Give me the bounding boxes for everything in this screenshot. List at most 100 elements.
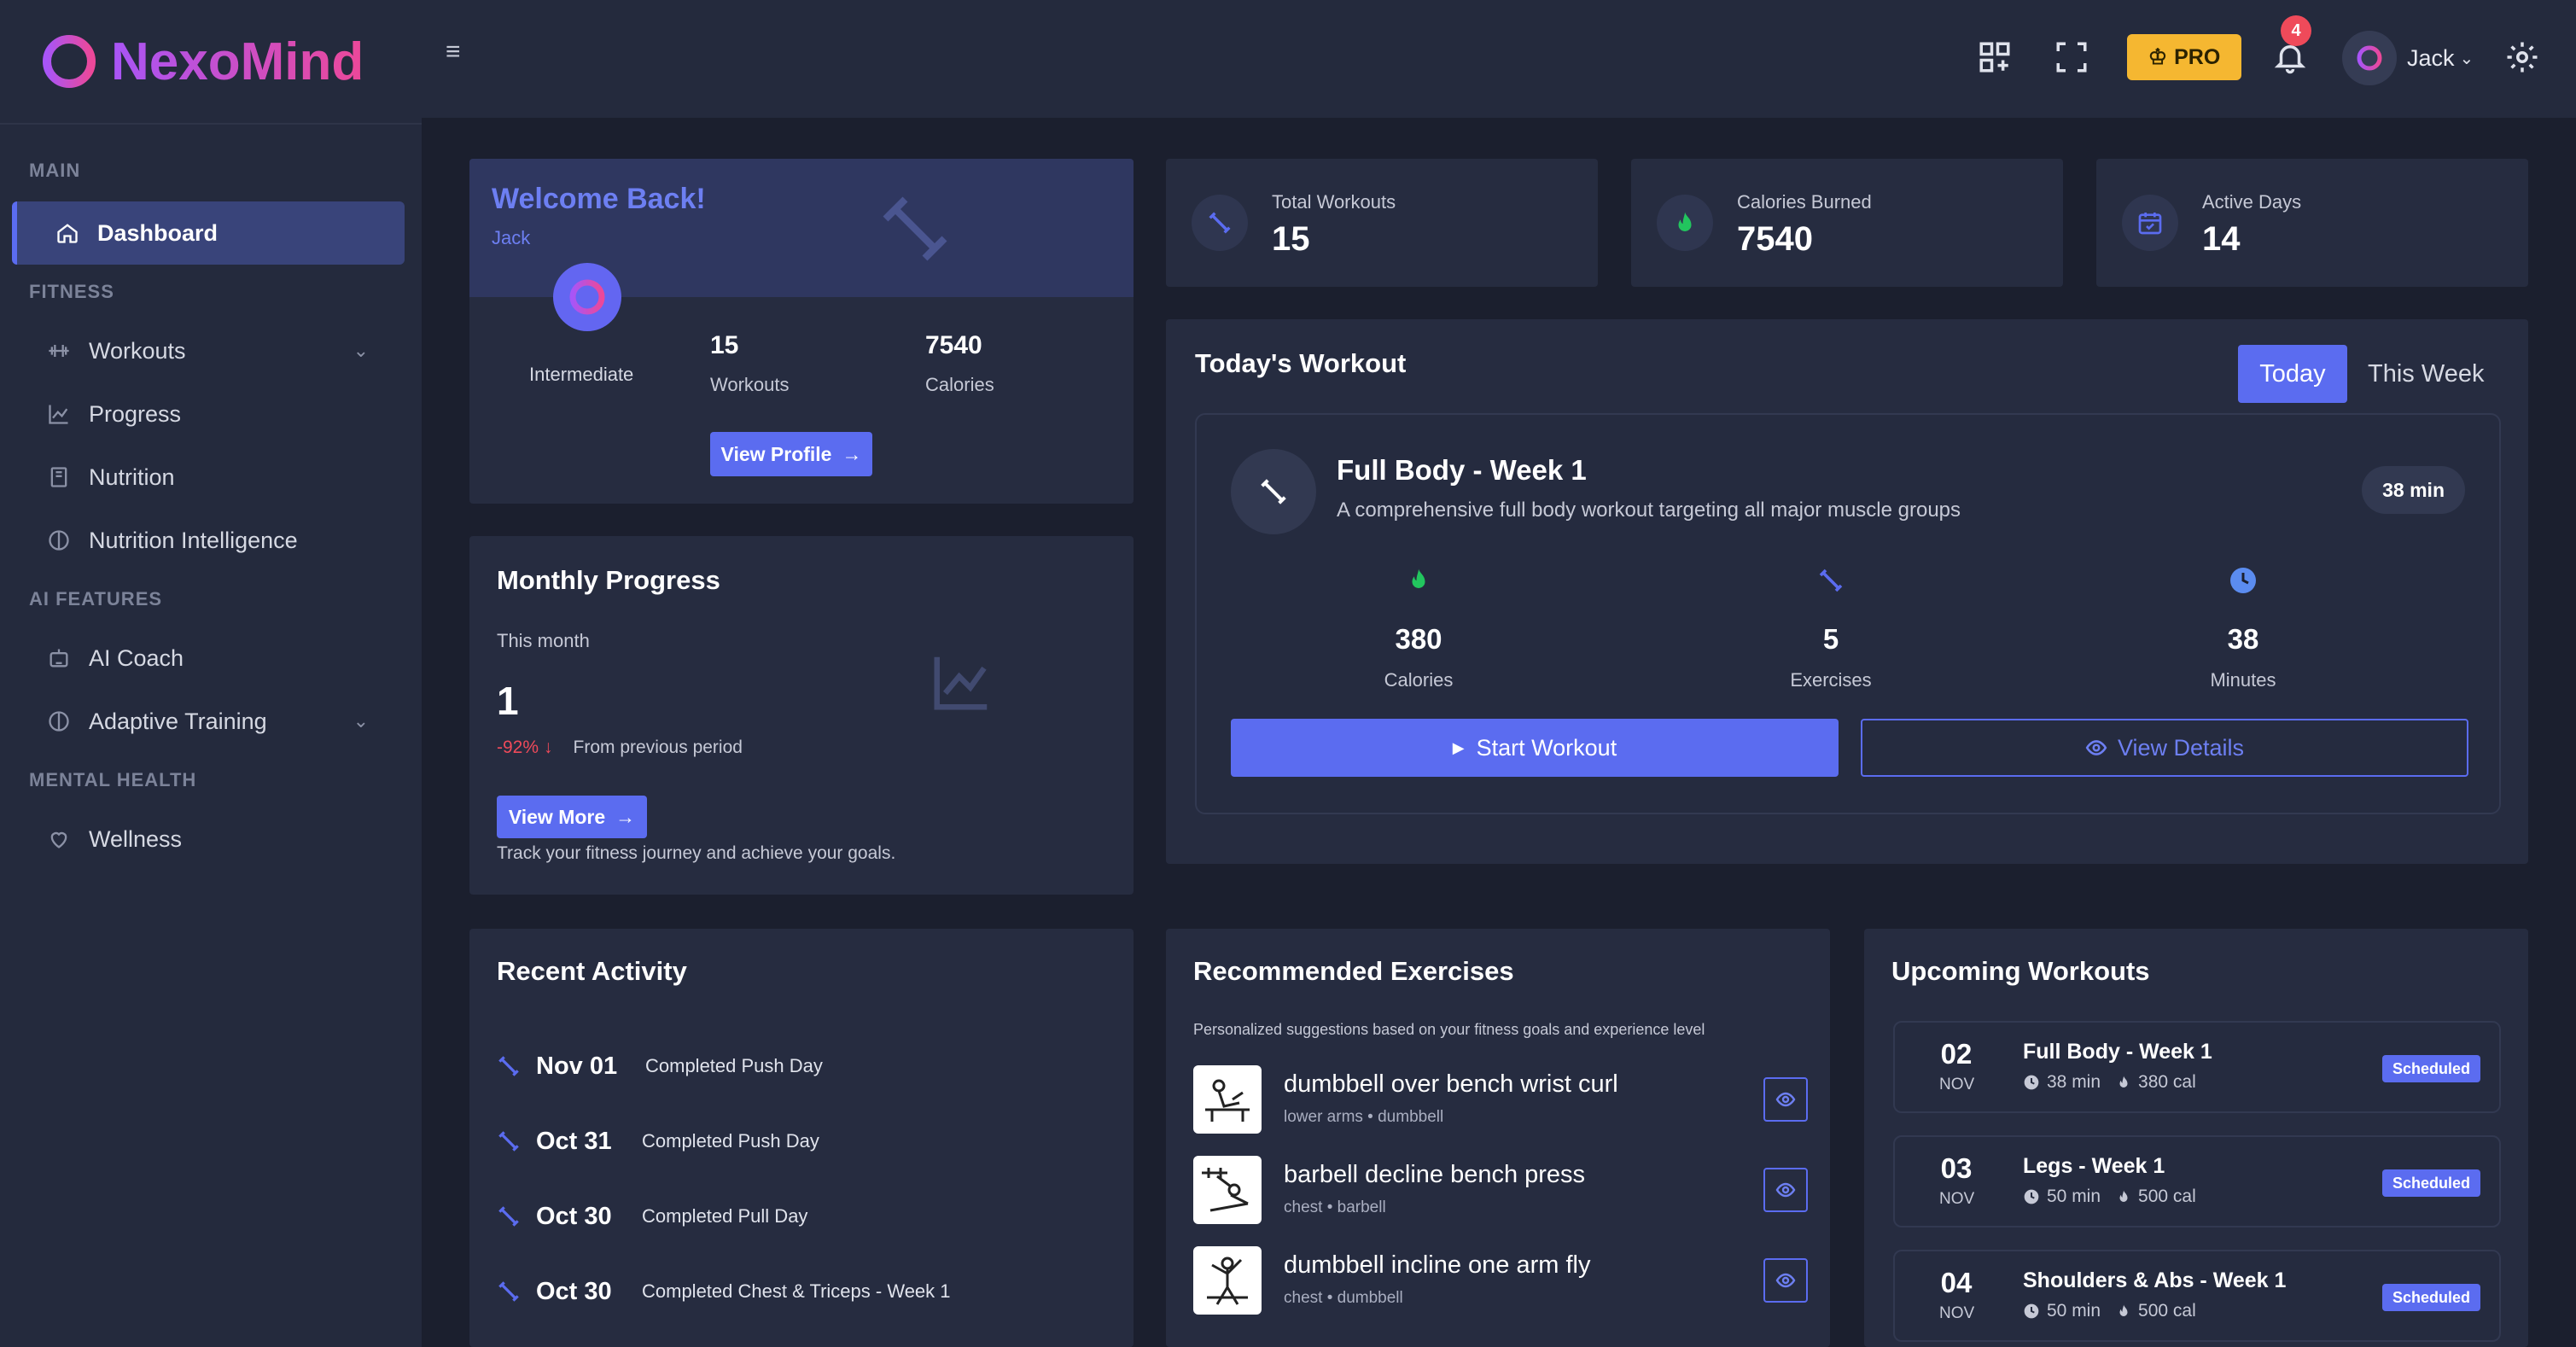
workouts-count: 15 xyxy=(710,331,739,359)
tab-today[interactable]: Today xyxy=(2238,345,2347,403)
calendar-icon xyxy=(2122,195,2178,251)
sidebar-item-dashboard[interactable]: Dashboard xyxy=(12,201,405,265)
monthly-footer: Track your fitness journey and achieve y… xyxy=(497,843,896,863)
sidebar-item-label: Nutrition xyxy=(89,464,175,490)
list-item[interactable]: 02 NOV Full Body - Week 1 38 min 380 cal… xyxy=(1893,1021,2501,1113)
exercise-name: dumbbell incline one arm fly xyxy=(1284,1251,1591,1279)
sidebar-item-wellness[interactable]: Wellness xyxy=(12,808,405,871)
arrow-right-icon: → xyxy=(615,805,636,828)
workout-month: NOV xyxy=(1939,1304,1975,1322)
start-workout-button[interactable]: ▶ Start Workout xyxy=(1231,719,1839,777)
list-item[interactable]: Nov 01 Completed Push Day xyxy=(495,1045,823,1088)
home-icon xyxy=(55,220,80,246)
status-badge: Scheduled xyxy=(2381,1055,2480,1082)
nav-section-main: MAIN xyxy=(29,160,81,181)
view-exercise-button[interactable] xyxy=(1763,1077,1808,1122)
sidebar-item-label: Nutrition Intelligence xyxy=(89,527,298,553)
list-item[interactable]: dumbbell over bench wrist curl lower arm… xyxy=(1193,1065,1808,1134)
eye-icon xyxy=(2085,737,2107,759)
flame-icon xyxy=(2116,1188,2131,1205)
pro-label: PRO xyxy=(2174,44,2221,69)
calories-label: Calories xyxy=(925,374,994,395)
chevron-down-icon: ⌄ xyxy=(353,340,369,361)
sidebar-item-label: AI Coach xyxy=(89,644,184,671)
list-item[interactable]: Oct 30 Completed Pull Day xyxy=(495,1195,807,1238)
list-item[interactable]: Oct 30 Completed Chest & Triceps - Week … xyxy=(495,1270,951,1313)
monthly-value: 1 xyxy=(497,679,519,723)
sidebar-item-adaptive-training[interactable]: Adaptive Training ⌄ xyxy=(12,690,405,753)
workout-duration: 50 min xyxy=(2047,1301,2101,1321)
sidebar-item-label: Adaptive Training xyxy=(89,708,267,734)
sidebar-item-label: Workouts xyxy=(89,337,186,364)
list-item[interactable]: Oct 31 Completed Push Day xyxy=(495,1120,819,1163)
view-profile-label: View Profile xyxy=(720,442,832,465)
sidebar-item-workouts[interactable]: Workouts ⌄ xyxy=(12,319,405,382)
exercise-meta: lower arms • dumbbell xyxy=(1284,1108,1444,1126)
exercises-value: 5 xyxy=(1822,623,1839,655)
sidebar-item-progress[interactable]: Progress xyxy=(12,382,405,446)
workouts-label: Workouts xyxy=(710,374,790,395)
brand[interactable]: NexoMind xyxy=(0,0,422,125)
grid-plus-icon[interactable] xyxy=(1977,39,2013,75)
period-label: This month xyxy=(497,630,590,651)
sidebar-item-nutrition[interactable]: Nutrition xyxy=(12,446,405,509)
status-badge: Scheduled xyxy=(2381,1169,2480,1197)
view-details-label: View Details xyxy=(2117,734,2245,761)
workout-calories: 380 cal xyxy=(2138,1072,2196,1092)
avatar xyxy=(2342,31,2397,85)
workout-day: 02 xyxy=(1940,1038,1973,1070)
notebook-icon xyxy=(46,464,72,490)
eye-icon xyxy=(1775,1092,1796,1107)
fitness-level: Intermediate xyxy=(529,364,634,385)
exercise-thumbnail xyxy=(1193,1246,1262,1315)
exercise-name: barbell decline bench press xyxy=(1284,1161,1586,1188)
recent-activity-card: Recent Activity Nov 01 Completed Push Da… xyxy=(469,929,1134,1347)
welcome-user: Jack xyxy=(492,227,531,248)
flame-icon xyxy=(2116,1074,2131,1091)
activity-text: Completed Pull Day xyxy=(642,1205,808,1227)
sidebar-item-ai-coach[interactable]: AI Coach xyxy=(12,627,405,690)
calories-label: Calories xyxy=(1384,669,1454,691)
view-exercise-button[interactable] xyxy=(1763,1258,1808,1303)
list-item[interactable]: dumbbell incline one arm fly chest • dum… xyxy=(1193,1246,1808,1315)
brand-name: NexoMind xyxy=(111,32,364,91)
workout-meta: 50 min 500 cal xyxy=(2023,1187,2196,1207)
view-details-button[interactable]: View Details xyxy=(1861,719,2468,777)
activity-text: Completed Push Day xyxy=(645,1055,823,1076)
view-exercise-button[interactable] xyxy=(1763,1168,1808,1212)
list-item[interactable]: barbell decline bench press chest • barb… xyxy=(1193,1156,1808,1224)
list-item[interactable]: 03 NOV Legs - Week 1 50 min 500 cal Sche… xyxy=(1893,1135,2501,1227)
workout-calories: 500 cal xyxy=(2138,1187,2196,1206)
duration-badge: 38 min xyxy=(2362,466,2465,514)
view-profile-button[interactable]: View Profile → xyxy=(710,432,872,476)
dumbbell-icon xyxy=(495,1128,522,1155)
dumbbell-icon xyxy=(876,190,954,268)
activity-date: Oct 31 xyxy=(536,1127,612,1155)
calories-burned-label: Calories Burned xyxy=(1737,191,1872,213)
start-workout-label: Start Workout xyxy=(1476,734,1617,761)
sidebar: NexoMind MAIN Dashboard FITNESS Workouts… xyxy=(0,0,422,1347)
calories-burned-value: 7540 xyxy=(1737,220,1813,258)
list-item[interactable]: 04 NOV Shoulders & Abs - Week 1 50 min 5… xyxy=(1893,1250,2501,1342)
pro-button[interactable]: ♔ PRO xyxy=(2127,34,2241,80)
active-days-value: 14 xyxy=(2202,220,2241,258)
workout-month: NOV xyxy=(1939,1076,1975,1093)
flame-icon xyxy=(1657,195,1713,251)
todays-workout-title: Today's Workout xyxy=(1195,348,1407,378)
flame-icon xyxy=(2116,1303,2131,1320)
sidebar-item-nutrition-intelligence[interactable]: Nutrition Intelligence xyxy=(12,509,405,572)
workout-day: 04 xyxy=(1940,1267,1973,1298)
sidebar-item-label: Progress xyxy=(89,400,182,427)
fullscreen-icon[interactable] xyxy=(2054,39,2089,75)
gear-icon[interactable] xyxy=(2504,39,2540,75)
view-more-button[interactable]: View More → xyxy=(497,796,647,838)
menu-toggle-icon[interactable]: ≡ xyxy=(446,38,461,67)
eye-icon xyxy=(1775,1273,1796,1288)
workout-exercises-stat: 5 Exercises xyxy=(1703,565,1959,691)
sidebar-item-label: Wellness xyxy=(89,825,183,852)
user-menu[interactable]: Jack ⌄ xyxy=(2342,31,2474,85)
exercise-meta: chest • barbell xyxy=(1284,1198,1386,1216)
dumbbell-icon xyxy=(46,338,72,364)
change-row: -92% ↓ From previous period xyxy=(497,738,743,758)
tab-this-week[interactable]: This Week xyxy=(2368,360,2484,388)
